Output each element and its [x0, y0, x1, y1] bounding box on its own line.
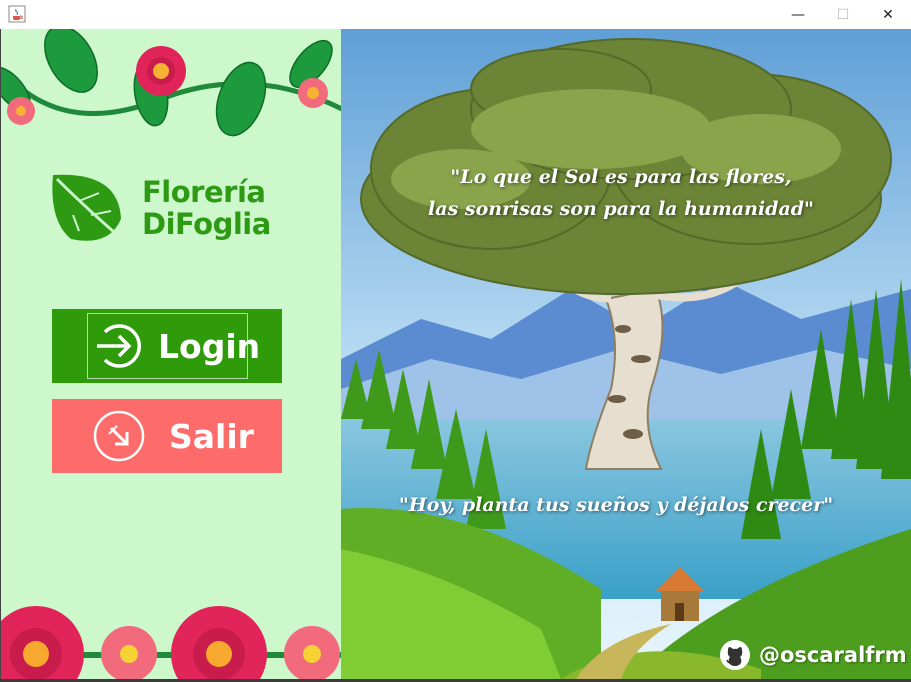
minimize-button[interactable]: — [775, 0, 821, 29]
java-cup-icon [8, 5, 26, 23]
brand-line1: Florería [142, 175, 266, 209]
quote-bottom: "Hoy, planta tus sueños y déjalos crecer… [398, 494, 834, 516]
brand-logo: Florería DiFoglia [49, 171, 309, 251]
exit-arrow-icon [93, 410, 145, 462]
exit-label: Salir [169, 416, 254, 456]
landscape-panel: "Lo que el Sol es para las flores, las s… [341, 29, 911, 679]
login-label: Login [158, 326, 261, 366]
login-arrow-icon [97, 324, 142, 368]
quote-top-line1: "Lo que el Sol es para las flores, [450, 166, 792, 188]
tree-landscape-illustration [341, 29, 911, 679]
leaf-icon [52, 174, 130, 247]
github-icon [720, 640, 750, 670]
title-bar: — ☐ ✕ [0, 0, 911, 29]
close-button[interactable]: ✕ [865, 0, 911, 29]
quote-top: "Lo que el Sol es para las flores, las s… [421, 161, 821, 225]
maximize-button[interactable]: ☐ [820, 0, 866, 29]
exit-button[interactable]: Salir [52, 399, 282, 473]
quote-top-line2: las sonrisas son para la humanidad" [428, 198, 814, 220]
github-handle[interactable]: @oscaralfrm [759, 643, 907, 667]
brand-name: Florería DiFoglia [142, 176, 271, 240]
flowers-decoration-bottom [1, 606, 342, 679]
login-button[interactable]: Login [52, 309, 282, 383]
vine-decoration-top [1, 29, 342, 137]
brand-line2: DiFoglia [142, 207, 271, 241]
flower-icon [136, 46, 186, 96]
github-credit: @oscaralfrm [719, 637, 907, 673]
left-panel: Florería DiFoglia Login Salir [0, 29, 342, 679]
